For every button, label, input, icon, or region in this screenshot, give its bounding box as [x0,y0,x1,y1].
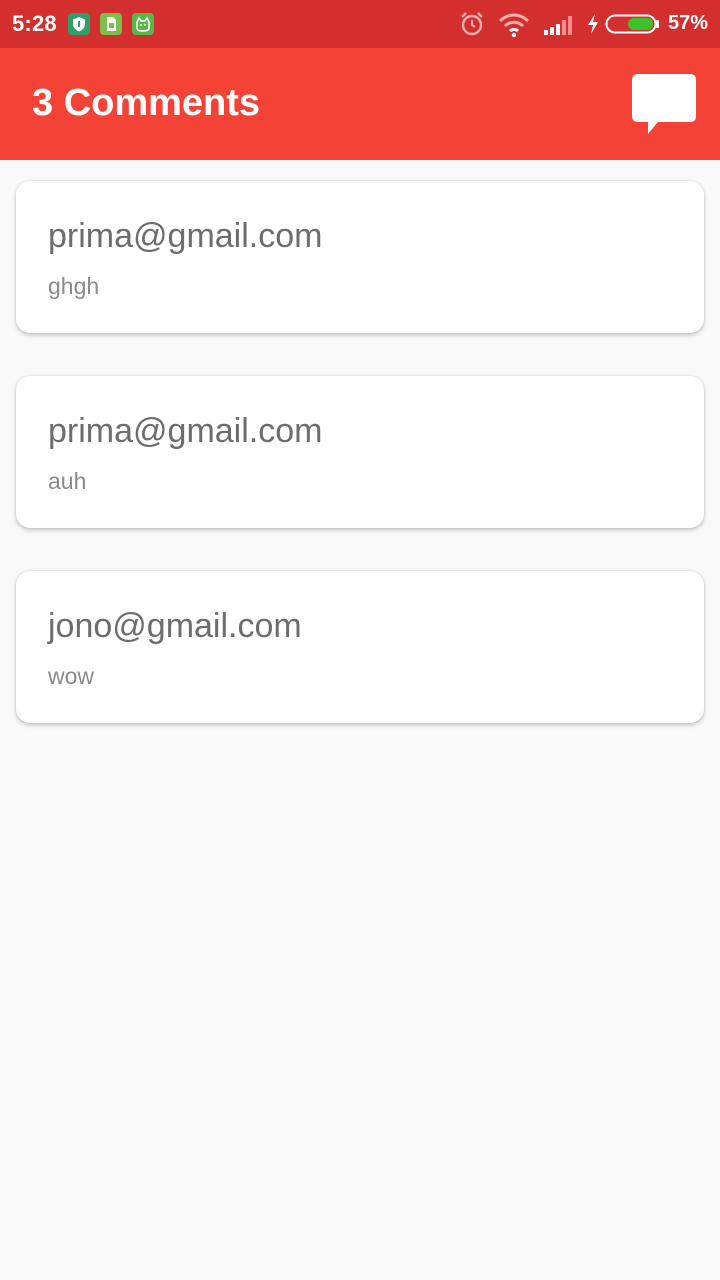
charging-icon [588,14,598,34]
page-title: 3 Comments [32,82,261,124]
comment-author-email: prima@gmail.com [48,412,323,450]
comment-icon [632,74,696,134]
signal-icon [544,16,572,35]
wifi-icon [498,13,530,38]
comment-card[interactable]: jono@gmail.com wow [16,571,704,723]
app-bar: 3 Comments [0,48,720,160]
comment-author-email: jono@gmail.com [48,607,302,645]
alarm-icon [461,12,483,36]
comment-card[interactable]: prima@gmail.com ghgh [16,181,704,333]
status-bar: 5:28 57% [0,0,720,48]
comment-card[interactable]: prima@gmail.com auh [16,376,704,528]
comment-text: auh [48,468,87,494]
comment-text: wow [48,663,95,689]
sim-card-icon [100,13,122,35]
battery-icon [605,14,659,34]
android-icon [132,13,154,35]
status-time: 5:28 [12,11,57,36]
shield-icon [68,13,90,35]
comment-text: ghgh [48,273,100,299]
battery-percentage: 57% [667,12,708,34]
comment-author-email: prima@gmail.com [48,217,323,255]
add-comment-button[interactable] [626,70,702,138]
comment-list: prima@gmail.com ghgh prima@gmail.com auh… [16,181,704,766]
